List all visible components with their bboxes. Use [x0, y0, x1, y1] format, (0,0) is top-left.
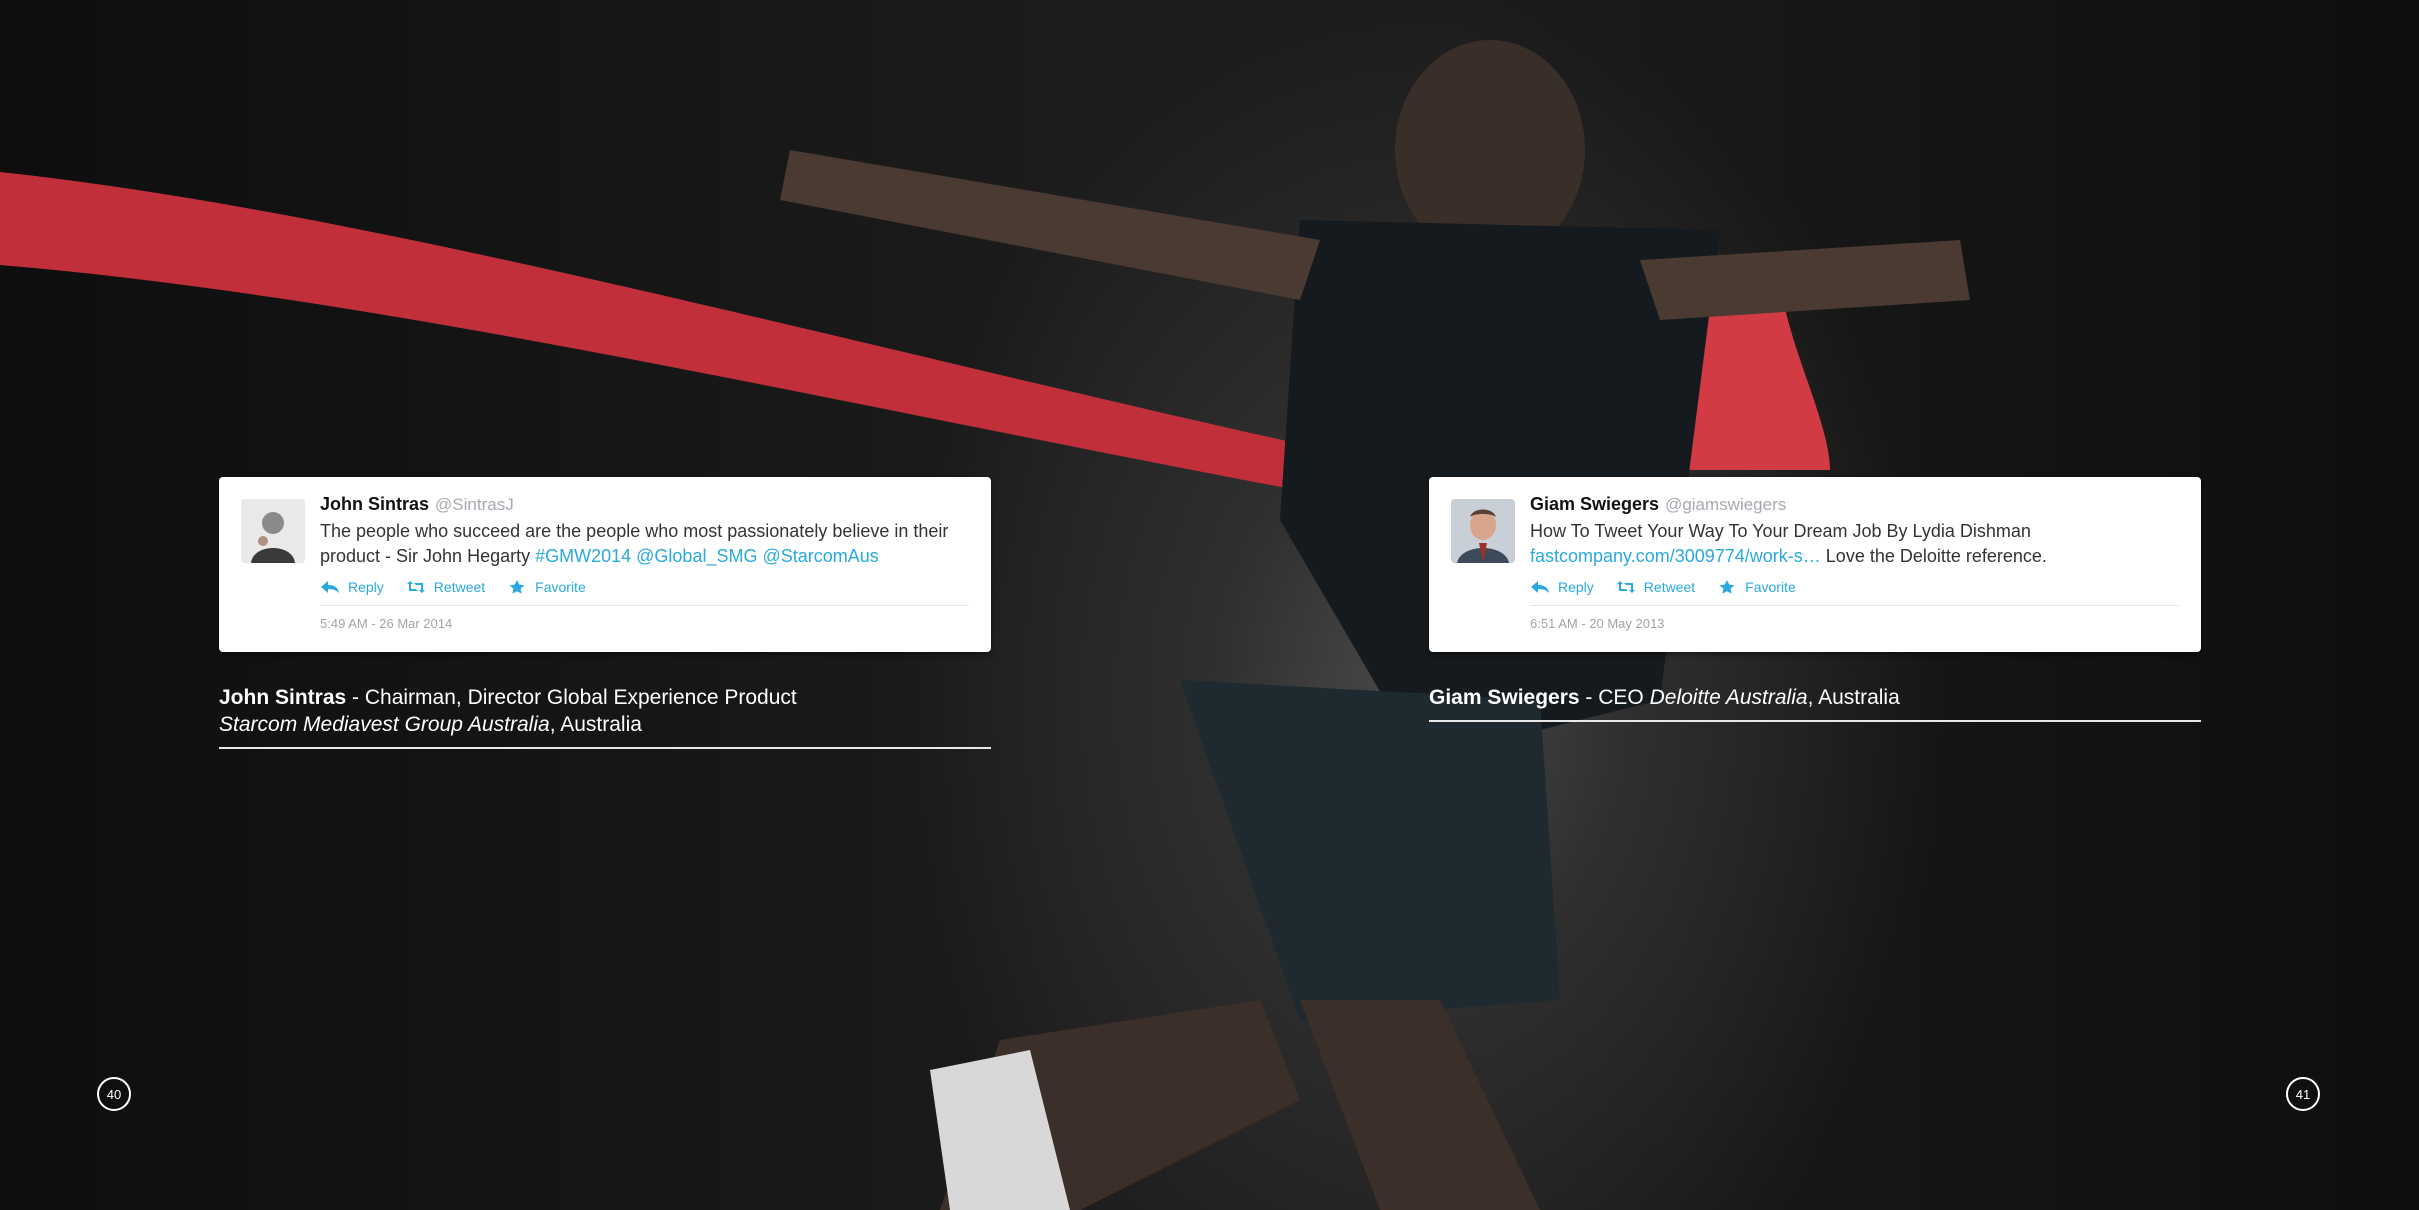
tweet-text: How To Tweet Your Way To Your Dream Job …: [1530, 519, 2179, 569]
reply-label: Reply: [1558, 579, 1594, 595]
tweet-divider: [320, 605, 969, 606]
reply-button[interactable]: Reply: [1530, 579, 1594, 595]
retweet-button[interactable]: Retweet: [1616, 579, 1695, 595]
tweet-text-line1: How To Tweet Your Way To Your Dream Job …: [1530, 521, 2031, 541]
tweet-actions: Reply Retweet Favorite: [1530, 579, 2179, 595]
reply-icon: [321, 581, 339, 593]
caption-name: Giam Swiegers: [1429, 686, 1580, 709]
tweet-text-after-link: Love the Deloitte reference.: [1820, 546, 2047, 566]
caption-giam-swiegers: Giam Swiegers - CEO Deloitte Australia, …: [1429, 684, 2201, 722]
tweet-card-giam-swiegers: Giam Swiegers @giamswiegers How To Tweet …: [1429, 477, 2201, 652]
page-number-right: 41: [2286, 1077, 2320, 1111]
caption-john-sintras: John Sintras - Chairman, Director Global…: [219, 684, 991, 749]
reply-button[interactable]: Reply: [320, 579, 384, 595]
tweet-link[interactable]: fastcompany.com/3009774/work-s…: [1530, 546, 1821, 566]
favorite-button[interactable]: Favorite: [507, 579, 586, 595]
avatar[interactable]: [1451, 499, 1515, 563]
tweet-author-handle[interactable]: @giamswiegers: [1665, 495, 1786, 514]
caption-company: Deloitte Australia: [1649, 686, 1808, 709]
tweet-author-name[interactable]: John Sintras: [320, 494, 429, 514]
favorite-label: Favorite: [1745, 579, 1796, 595]
favorite-label: Favorite: [535, 579, 586, 595]
caption-country: , Australia: [1807, 686, 1900, 709]
retweet-label: Retweet: [433, 579, 486, 595]
caption-role: - CEO: [1579, 686, 1650, 709]
tweet-timestamp[interactable]: 5:49 AM - 26 Mar 2014: [320, 616, 969, 631]
caption-company: Starcom Mediavest Group Australia: [219, 713, 550, 736]
finish-ribbon: [0, 172, 1460, 520]
caption-country: , Australia: [549, 713, 642, 736]
caption-role: - Chairman, Director Global Experience P…: [346, 686, 797, 709]
tweet-card-john-sintras: John Sintras @SintrasJ The people who suc…: [219, 477, 991, 652]
tweet-author-name[interactable]: Giam Swiegers: [1530, 494, 1659, 514]
star-icon: [509, 580, 525, 594]
tweet-text: The people who succeed are the people wh…: [320, 519, 969, 569]
tweet-author-handle[interactable]: @SintrasJ: [435, 495, 514, 514]
retweet-button[interactable]: Retweet: [406, 579, 485, 595]
retweet-icon: [406, 581, 425, 593]
avatar[interactable]: [241, 499, 305, 563]
tweet-hashtags-mentions[interactable]: #GMW2014 @Global_SMG @StarcomAus: [535, 546, 879, 566]
favorite-button[interactable]: Favorite: [1717, 579, 1796, 595]
tweet-actions: Reply Retweet Favorite: [320, 579, 969, 595]
retweet-icon: [1616, 581, 1635, 593]
tweet-divider: [1530, 605, 2179, 606]
reply-label: Reply: [348, 579, 384, 595]
retweet-label: Retweet: [1643, 579, 1696, 595]
reply-icon: [1531, 581, 1549, 593]
page-number-left: 40: [97, 1077, 131, 1111]
tweet-timestamp[interactable]: 6:51 AM - 20 May 2013: [1530, 616, 2179, 631]
star-icon: [1719, 580, 1735, 594]
caption-name: John Sintras: [219, 686, 347, 709]
